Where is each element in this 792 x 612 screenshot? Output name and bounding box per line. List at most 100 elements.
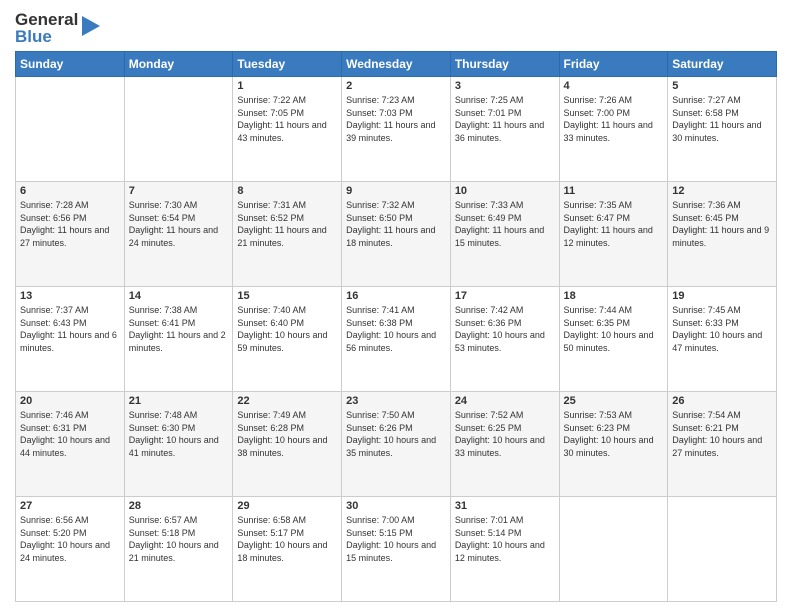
day-number: 16 [346,290,446,302]
calendar-cell: 15 Sunrise: 7:40 AM Sunset: 6:40 PM Dayli… [233,287,342,392]
calendar-cell: 13 Sunrise: 7:37 AM Sunset: 6:43 PM Dayli… [16,287,125,392]
cell-info: Sunrise: 7:36 AM Sunset: 6:45 PM Dayligh… [672,199,772,249]
calendar-cell: 1 Sunrise: 7:22 AM Sunset: 7:05 PM Daylig… [233,77,342,182]
weekday-header-friday: Friday [559,52,668,77]
logo-arrow-icon [82,12,100,40]
calendar-cell: 4 Sunrise: 7:26 AM Sunset: 7:00 PM Daylig… [559,77,668,182]
weekday-header-tuesday: Tuesday [233,52,342,77]
calendar-cell: 23Sunrise: 7:50 AM Sunset: 6:26 PM Dayli… [342,392,451,497]
calendar-cell [124,77,233,182]
cell-info: Sunrise: 7:31 AM Sunset: 6:52 PM Dayligh… [237,199,337,249]
day-number: 30 [346,500,446,512]
day-number: 7 [129,185,229,197]
calendar-cell: 29 Sunrise: 6:58 AM Sunset: 5:17 PM Dayli… [233,497,342,602]
day-number: 18 [564,290,664,302]
day-number: 29 [237,500,337,512]
calendar-cell: 14 Sunrise: 7:38 AM Sunset: 6:41 PM Dayli… [124,287,233,392]
day-number: 27 [20,500,120,512]
calendar-cell: 5 Sunrise: 7:27 AM Sunset: 6:58 PM Daylig… [668,77,777,182]
weekday-header-thursday: Thursday [450,52,559,77]
calendar-cell: 30 Sunrise: 7:00 AM Sunset: 5:15 PM Dayli… [342,497,451,602]
calendar-cell [559,497,668,602]
calendar-cell: 27 Sunrise: 6:56 AM Sunset: 5:20 PM Dayli… [16,497,125,602]
calendar-cell: 10Sunrise: 7:33 AM Sunset: 6:49 PM Dayli… [450,182,559,287]
calendar-week-row: 1 Sunrise: 7:22 AM Sunset: 7:05 PM Daylig… [16,77,777,182]
logo-general: General [15,11,78,28]
day-number: 15 [237,290,337,302]
day-number: 19 [672,290,772,302]
day-number: 14 [129,290,229,302]
calendar-cell [16,77,125,182]
cell-info: Sunrise: 7:35 AM Sunset: 6:47 PM Dayligh… [564,199,664,249]
cell-info: Sunrise: 6:58 AM Sunset: 5:17 PM Dayligh… [237,514,337,564]
day-number: 13 [20,290,120,302]
day-number: 4 [564,80,664,92]
header: General Blue [15,10,777,45]
day-number: 23 [346,395,446,407]
day-number: 2 [346,80,446,92]
calendar-cell: 21Sunrise: 7:48 AM Sunset: 6:30 PM Dayli… [124,392,233,497]
calendar-week-row: 27 Sunrise: 6:56 AM Sunset: 5:20 PM Dayli… [16,497,777,602]
day-number: 28 [129,500,229,512]
cell-info: Sunrise: 7:26 AM Sunset: 7:00 PM Dayligh… [564,94,664,144]
cell-info: Sunrise: 7:23 AM Sunset: 7:03 PM Dayligh… [346,94,446,144]
cell-info: Sunrise: 7:42 AM Sunset: 6:36 PM Dayligh… [455,304,555,354]
day-number: 21 [129,395,229,407]
logo: General Blue [15,10,100,45]
calendar-cell: 2 Sunrise: 7:23 AM Sunset: 7:03 PM Daylig… [342,77,451,182]
calendar-cell: 19 Sunrise: 7:45 AM Sunset: 6:33 PM Dayli… [668,287,777,392]
day-number: 6 [20,185,120,197]
day-number: 31 [455,500,555,512]
cell-info: Sunrise: 7:27 AM Sunset: 6:58 PM Dayligh… [672,94,772,144]
calendar-cell: 26 Sunrise: 7:54 AM Sunset: 6:21 PM Dayli… [668,392,777,497]
cell-info: Sunrise: 7:41 AM Sunset: 6:38 PM Dayligh… [346,304,446,354]
cell-info: Sunrise: 7:22 AM Sunset: 7:05 PM Dayligh… [237,94,337,144]
cell-info: Sunrise: 7:00 AM Sunset: 5:15 PM Dayligh… [346,514,446,564]
calendar-cell: 7 Sunrise: 7:30 AM Sunset: 6:54 PM Daylig… [124,182,233,287]
day-number: 1 [237,80,337,92]
calendar-cell: 24 Sunrise: 7:52 AM Sunset: 6:25 PM Dayli… [450,392,559,497]
day-number: 25 [564,395,664,407]
cell-info: Sunrise: 7:49 AM Sunset: 6:28 PM Dayligh… [237,409,337,459]
cell-info: Sunrise: 6:57 AM Sunset: 5:18 PM Dayligh… [129,514,229,564]
cell-info: Sunrise: 7:52 AM Sunset: 6:25 PM Dayligh… [455,409,555,459]
cell-info: Sunrise: 7:30 AM Sunset: 6:54 PM Dayligh… [129,199,229,249]
day-number: 24 [455,395,555,407]
day-number: 20 [20,395,120,407]
cell-info: Sunrise: 7:25 AM Sunset: 7:01 PM Dayligh… [455,94,555,144]
day-number: 12 [672,185,772,197]
cell-info: Sunrise: 7:45 AM Sunset: 6:33 PM Dayligh… [672,304,772,354]
logo-blue: Blue [15,28,78,45]
calendar-week-row: 6 Sunrise: 7:28 AM Sunset: 6:56 PM Daylig… [16,182,777,287]
day-number: 26 [672,395,772,407]
calendar-cell: 9Sunrise: 7:32 AM Sunset: 6:50 PM Daylig… [342,182,451,287]
calendar-table: SundayMondayTuesdayWednesdayThursdayFrid… [15,51,777,602]
cell-info: Sunrise: 7:28 AM Sunset: 6:56 PM Dayligh… [20,199,120,249]
day-number: 8 [237,185,337,197]
calendar-cell: 3 Sunrise: 7:25 AM Sunset: 7:01 PM Daylig… [450,77,559,182]
calendar-week-row: 13 Sunrise: 7:37 AM Sunset: 6:43 PM Dayli… [16,287,777,392]
day-number: 3 [455,80,555,92]
cell-info: Sunrise: 7:46 AM Sunset: 6:31 PM Dayligh… [20,409,120,459]
cell-info: Sunrise: 7:37 AM Sunset: 6:43 PM Dayligh… [20,304,120,354]
cell-info: Sunrise: 7:01 AM Sunset: 5:14 PM Dayligh… [455,514,555,564]
weekday-header-saturday: Saturday [668,52,777,77]
day-number: 11 [564,185,664,197]
cell-info: Sunrise: 7:54 AM Sunset: 6:21 PM Dayligh… [672,409,772,459]
cell-info: Sunrise: 7:32 AM Sunset: 6:50 PM Dayligh… [346,199,446,249]
day-number: 5 [672,80,772,92]
cell-info: Sunrise: 7:44 AM Sunset: 6:35 PM Dayligh… [564,304,664,354]
cell-info: Sunrise: 6:56 AM Sunset: 5:20 PM Dayligh… [20,514,120,564]
calendar-cell: 20 Sunrise: 7:46 AM Sunset: 6:31 PM Dayli… [16,392,125,497]
calendar-cell: 16 Sunrise: 7:41 AM Sunset: 6:38 PM Dayli… [342,287,451,392]
calendar-cell: 8 Sunrise: 7:31 AM Sunset: 6:52 PM Daylig… [233,182,342,287]
calendar-week-row: 20 Sunrise: 7:46 AM Sunset: 6:31 PM Dayli… [16,392,777,497]
calendar-cell: 22 Sunrise: 7:49 AM Sunset: 6:28 PM Dayli… [233,392,342,497]
calendar-cell: 28 Sunrise: 6:57 AM Sunset: 5:18 PM Dayli… [124,497,233,602]
day-number: 17 [455,290,555,302]
day-number: 22 [237,395,337,407]
calendar-cell: 31 Sunrise: 7:01 AM Sunset: 5:14 PM Dayli… [450,497,559,602]
cell-info: Sunrise: 7:40 AM Sunset: 6:40 PM Dayligh… [237,304,337,354]
weekday-header-wednesday: Wednesday [342,52,451,77]
cell-info: Sunrise: 7:38 AM Sunset: 6:41 PM Dayligh… [129,304,229,354]
